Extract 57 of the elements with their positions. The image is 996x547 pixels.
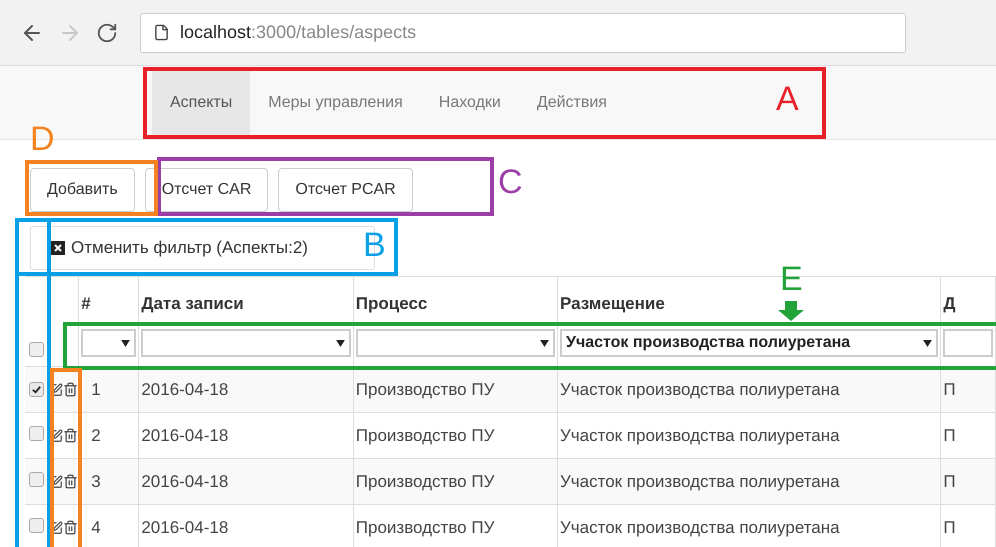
table-cell: П (943, 380, 956, 399)
url-text: localhost:3000/tables/aspects (180, 21, 416, 44)
table-cell: Производство ПУ (356, 472, 494, 491)
annotation-label: D (30, 122, 55, 156)
table-cell: П (943, 518, 956, 537)
close-icon (51, 241, 65, 255)
table-cell: Производство ПУ (356, 518, 494, 537)
column-header[interactable]: Размещение (560, 294, 665, 313)
table-cell: Участок производства полиуретана (560, 472, 840, 491)
table-cell: Участок производства полиуретана (560, 426, 840, 445)
table-cell: 2 (91, 426, 101, 445)
trash-icon[interactable] (63, 428, 78, 443)
toolbar-button[interactable]: Добавить (30, 168, 135, 212)
checkbox[interactable] (29, 472, 44, 487)
trash-icon[interactable] (63, 382, 78, 397)
column-header[interactable]: Д (943, 294, 956, 313)
nav-tab[interactable]: Аспекты (152, 70, 250, 135)
table-cell: 3 (91, 472, 101, 491)
annotation-label: A (776, 82, 799, 116)
address-field[interactable]: localhost:3000/tables/aspects (140, 12, 906, 52)
checkbox[interactable] (29, 426, 44, 441)
toolbar-button[interactable]: Отсчет CAR (144, 168, 268, 212)
table-cell: П (943, 426, 956, 445)
table-cell: 1 (91, 380, 101, 399)
checkbox[interactable] (29, 518, 44, 533)
nav-tab[interactable]: Меры управления (250, 70, 421, 135)
column-header[interactable]: Процесс (356, 294, 428, 313)
annotation-label: E (780, 262, 803, 296)
checkbox[interactable] (29, 342, 44, 356)
checkbox[interactable] (29, 382, 44, 397)
page-icon (153, 24, 170, 41)
dropdown-caret-icon (121, 340, 130, 347)
table-cell: 2016-04-18 (141, 380, 228, 399)
table-cell: Производство ПУ (356, 380, 494, 399)
annotation-label: C (498, 165, 523, 199)
table-cell: П (943, 472, 956, 491)
down-arrow-icon (776, 300, 806, 322)
table-cell: 4 (91, 518, 101, 537)
dropdown-caret-icon (923, 340, 932, 347)
filter-select[interactable]: Участок производства полиуретана (560, 329, 938, 358)
table-cell: Участок производства полиуретана (560, 380, 840, 399)
checkmark-icon (31, 384, 42, 395)
nav-tab[interactable]: Действия (518, 70, 625, 135)
table-cell: 2016-04-18 (141, 426, 228, 445)
table-cell: Производство ПУ (356, 426, 494, 445)
column-header[interactable]: # (81, 294, 91, 313)
dropdown-caret-icon (336, 340, 345, 347)
table-cell: Участок производства полиуретана (560, 518, 840, 537)
table-cell: 2016-04-18 (141, 472, 228, 491)
trash-icon[interactable] (63, 520, 78, 535)
trash-icon[interactable] (63, 474, 78, 489)
nav-tab[interactable]: Находки (420, 70, 519, 135)
toolbar-button[interactable]: Отсчет PCAR (278, 168, 413, 212)
reload-icon[interactable] (96, 22, 118, 44)
column-header[interactable]: Дата записи (141, 294, 244, 313)
dropdown-caret-icon (540, 340, 549, 347)
table-cell: 2016-04-18 (141, 518, 228, 537)
